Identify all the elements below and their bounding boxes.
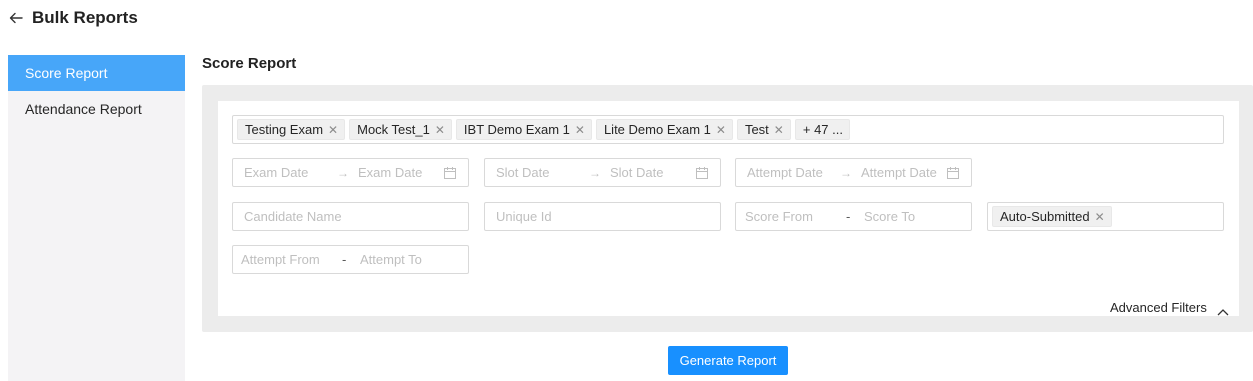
- range-separator: -: [846, 209, 851, 224]
- attempt-range[interactable]: Attempt From - Attempt To: [232, 245, 469, 274]
- status-tag-label: Auto-Submitted: [1000, 209, 1090, 224]
- filter-card: Testing Exam ✕ Mock Test_1 ✕ IBT Demo Exam…: [218, 101, 1239, 316]
- generate-report-button[interactable]: Generate Report: [668, 346, 788, 375]
- attempt-from-input[interactable]: Attempt From: [241, 246, 320, 273]
- exam-tag-label: Mock Test_1: [357, 122, 430, 137]
- exam-tag: Mock Test_1 ✕: [349, 119, 452, 140]
- arrow-right-icon: →: [589, 165, 601, 180]
- calendar-icon: [695, 166, 709, 180]
- exam-tag-label: IBT Demo Exam 1: [463, 122, 570, 137]
- close-icon[interactable]: ✕: [328, 123, 338, 137]
- score-to-input[interactable]: Score To: [864, 203, 915, 230]
- exam-date-end[interactable]: Exam Date: [358, 159, 422, 186]
- section-title: Score Report: [202, 55, 297, 72]
- close-icon[interactable]: ✕: [435, 123, 445, 137]
- page-title: Bulk Reports: [32, 8, 138, 27]
- attempt-date-range[interactable]: Attempt Date → Attempt Date: [735, 158, 972, 187]
- candidate-name-input[interactable]: Candidate Name: [232, 202, 469, 231]
- filter-panel: Testing Exam ✕ Mock Test_1 ✕ IBT Demo Exam…: [202, 85, 1253, 332]
- close-icon[interactable]: ✕: [774, 123, 784, 137]
- calendar-icon: [946, 166, 960, 180]
- exam-tag: IBT Demo Exam 1 ✕: [455, 119, 592, 140]
- chevron-up-icon: [1217, 304, 1229, 315]
- status-tag: Auto-Submitted ✕: [992, 206, 1112, 227]
- score-from-input[interactable]: Score From: [745, 203, 813, 230]
- arrow-left-icon[interactable]: [8, 10, 24, 26]
- attempt-date-start[interactable]: Attempt Date: [747, 159, 823, 186]
- attempt-date-end[interactable]: Attempt Date: [861, 159, 937, 186]
- exam-tag-label: Testing Exam: [245, 122, 324, 137]
- close-icon[interactable]: ✕: [1095, 210, 1105, 224]
- exam-tag: Lite Demo Exam 1 ✕: [595, 119, 733, 140]
- exam-date-start[interactable]: Exam Date: [244, 159, 308, 186]
- sidebar-item-label: Attendance Report: [25, 101, 142, 117]
- close-icon[interactable]: ✕: [575, 123, 585, 137]
- calendar-icon: [443, 166, 457, 180]
- exam-tag-label: Test: [744, 122, 769, 137]
- close-icon[interactable]: ✕: [716, 123, 726, 137]
- slot-date-range[interactable]: Slot Date → Slot Date: [484, 158, 721, 187]
- exam-tag-label: Lite Demo Exam 1: [603, 122, 711, 137]
- sidebar-item-attendance-report[interactable]: Attendance Report: [8, 91, 185, 127]
- range-separator: -: [342, 252, 347, 267]
- exam-tag: Testing Exam ✕: [237, 119, 346, 140]
- unique-id-input[interactable]: Unique Id: [484, 202, 721, 231]
- score-range[interactable]: Score From - Score To: [735, 202, 972, 231]
- sidebar-item-label: Score Report: [25, 65, 108, 81]
- exam-tag: Test ✕: [736, 119, 791, 140]
- advanced-filters-toggle[interactable]: Advanced Filters: [1110, 300, 1229, 315]
- status-select[interactable]: Auto-Submitted ✕: [987, 202, 1224, 231]
- exam-select[interactable]: Testing Exam ✕ Mock Test_1 ✕ IBT Demo Exam…: [232, 115, 1224, 144]
- more-tags-badge[interactable]: + 47 ...: [794, 119, 850, 140]
- exam-date-range[interactable]: Exam Date → Exam Date: [232, 158, 469, 187]
- page-header: Bulk Reports: [8, 6, 138, 30]
- sidebar: Score Report Attendance Report: [8, 55, 185, 381]
- arrow-right-icon: →: [337, 165, 349, 180]
- arrow-right-icon: →: [840, 165, 852, 180]
- attempt-to-input[interactable]: Attempt To: [360, 246, 422, 273]
- advanced-filters-label: Advanced Filters: [1110, 300, 1207, 315]
- slot-date-start[interactable]: Slot Date: [496, 159, 549, 186]
- sidebar-item-score-report[interactable]: Score Report: [8, 55, 185, 91]
- slot-date-end[interactable]: Slot Date: [610, 159, 663, 186]
